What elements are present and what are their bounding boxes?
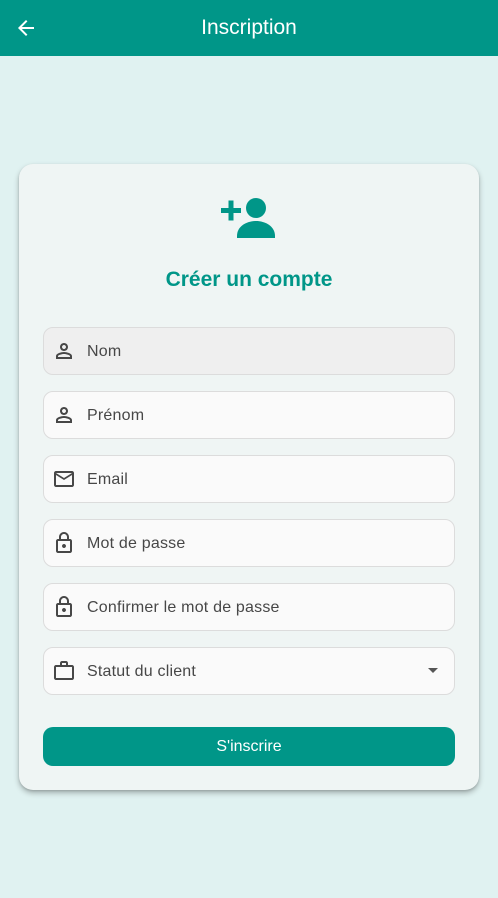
lock-icon [56,532,72,553]
client-status-select[interactable]: Statut du client [43,647,455,695]
nom-field[interactable]: Nom [43,327,455,375]
mail-icon [54,471,74,487]
client-status-label: Statut du client [87,663,197,680]
prenom-label: Prénom [87,407,145,424]
signup-card: Créer un compte Nom Prénom Email Mot de … [19,164,479,790]
email-label: Email [87,471,129,488]
briefcase-icon [54,661,74,680]
signup-button[interactable]: S'inscrire [43,727,455,766]
email-field[interactable]: Email [43,455,455,503]
person-icon [56,343,72,359]
chevron-down-icon[interactable] [428,668,438,673]
confirm-password-field[interactable]: Confirmer le mot de passe [43,583,455,631]
page-title: Inscription [201,16,297,39]
password-label: Mot de passe [87,535,186,552]
lock-icon [56,596,72,617]
person-icon [56,407,72,423]
person-add-icon [221,198,275,238]
password-field[interactable]: Mot de passe [43,519,455,567]
nom-label: Nom [87,343,122,360]
confirm-password-label: Confirmer le mot de passe [87,599,280,616]
app-bar: Inscription [0,0,498,56]
form-title: Créer un compte [165,268,333,291]
prenom-field[interactable]: Prénom [43,391,455,439]
